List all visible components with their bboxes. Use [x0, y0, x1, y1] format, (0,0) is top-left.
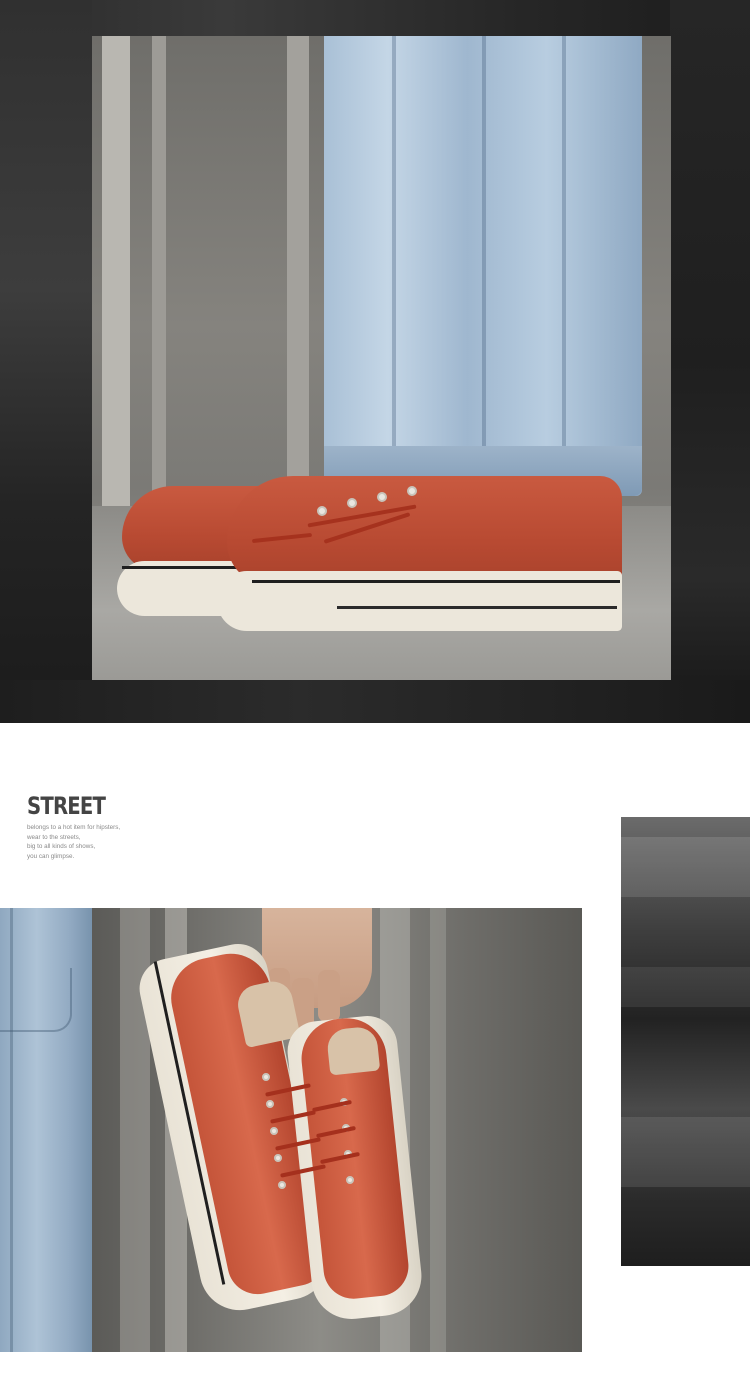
photo-streak [621, 837, 750, 897]
section-title: STREET [27, 792, 106, 820]
jeans-crease [562, 36, 566, 466]
top-background-bottom-blur [0, 680, 750, 723]
description-line: you can glimpse. [27, 852, 75, 860]
eyelet [377, 492, 387, 502]
side-street-photo [621, 817, 750, 1266]
eyelet [407, 486, 417, 496]
eyelet [278, 1181, 286, 1189]
sole-stripe [252, 580, 620, 583]
section-description: belongs to a hot item for hipsters, wear… [27, 823, 120, 861]
description-line: big to all kinds of shows, [27, 843, 96, 851]
eyelet [317, 506, 327, 516]
sneaker-lining [325, 1025, 381, 1076]
jeans-crease [392, 36, 396, 466]
eyelet [274, 1154, 282, 1162]
top-background-right-blur [670, 0, 750, 723]
eyelet [346, 1176, 354, 1184]
sneaker-upper [227, 476, 622, 586]
eyelet [266, 1100, 274, 1108]
photo-streak [621, 967, 750, 1007]
top-sneaker-photo [92, 36, 671, 680]
photo-streak [621, 1117, 750, 1187]
bottom-sneaker-photo [0, 908, 582, 1352]
description-line: belongs to a hot item for hipsters, [27, 824, 121, 831]
eyelet [347, 498, 357, 508]
jeans-side [0, 908, 92, 1352]
jeans-pocket [0, 968, 72, 1032]
wall-pillar [287, 36, 309, 506]
eyelet [262, 1073, 270, 1081]
eyelet [270, 1127, 278, 1135]
sole-stripe [337, 606, 617, 609]
background-pillar [430, 908, 446, 1352]
wall-pillar [102, 36, 130, 506]
finger [318, 970, 340, 1022]
wall-pillar [152, 36, 166, 506]
top-background-left-blur [0, 0, 92, 723]
description-line: wear to the streets, [27, 833, 81, 841]
jeans-crease [482, 36, 486, 466]
